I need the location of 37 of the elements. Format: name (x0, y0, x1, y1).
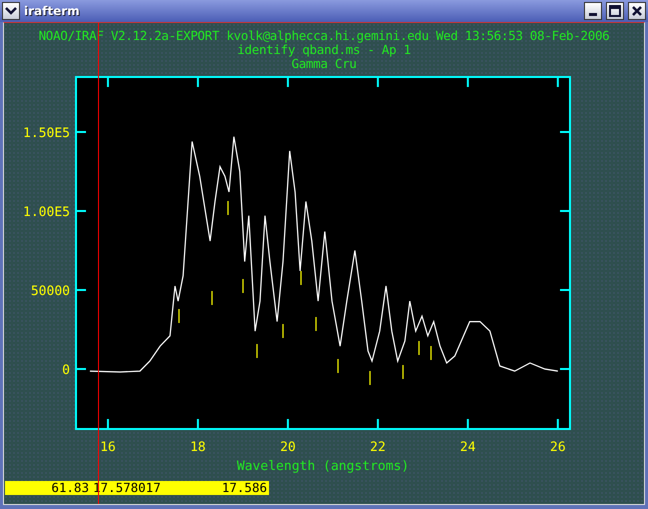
window-title: irafterm (24, 4, 81, 18)
status-value: 61.83 (50, 481, 89, 495)
line-marker (178, 309, 180, 323)
line-marker (282, 324, 284, 338)
window-menu-button[interactable] (2, 2, 20, 20)
close-button[interactable] (628, 2, 646, 20)
y-tick-label: 1.00E5 (23, 205, 70, 220)
header-line: identify qband.ms - Ap 1 (237, 43, 411, 57)
line-marker (418, 341, 420, 355)
line-marker (256, 344, 258, 358)
maximize-button[interactable] (606, 2, 624, 20)
line-marker (211, 291, 213, 305)
x-tick-label: 16 (100, 440, 116, 455)
chevron-icon (5, 7, 17, 15)
line-marker (337, 359, 339, 373)
close-icon (632, 6, 642, 16)
y-tick-label: 1.50E5 (23, 126, 70, 141)
x-tick-label: 22 (370, 440, 386, 455)
header-line: Gamma Cru (291, 57, 357, 71)
x-tick-label: 26 (550, 440, 566, 455)
minimize-icon (589, 12, 597, 16)
line-marker (369, 371, 371, 385)
x-tick-label: 20 (280, 440, 296, 455)
line-marker (242, 279, 244, 293)
line-marker (315, 317, 317, 331)
y-tick-label: 50000 (30, 284, 70, 299)
maximize-icon (609, 5, 621, 17)
line-marker (430, 346, 432, 360)
line-marker (402, 365, 404, 379)
status-value: 17.586 (220, 481, 267, 495)
x-axis-label: Wavelength (angstroms) (236, 459, 410, 474)
minimize-button[interactable] (584, 2, 602, 20)
y-tick-label: 0 (62, 363, 70, 378)
line-marker (227, 201, 229, 215)
line-marker (300, 271, 302, 285)
x-tick-label: 24 (460, 440, 476, 455)
x-tick-label: 18 (190, 440, 206, 455)
